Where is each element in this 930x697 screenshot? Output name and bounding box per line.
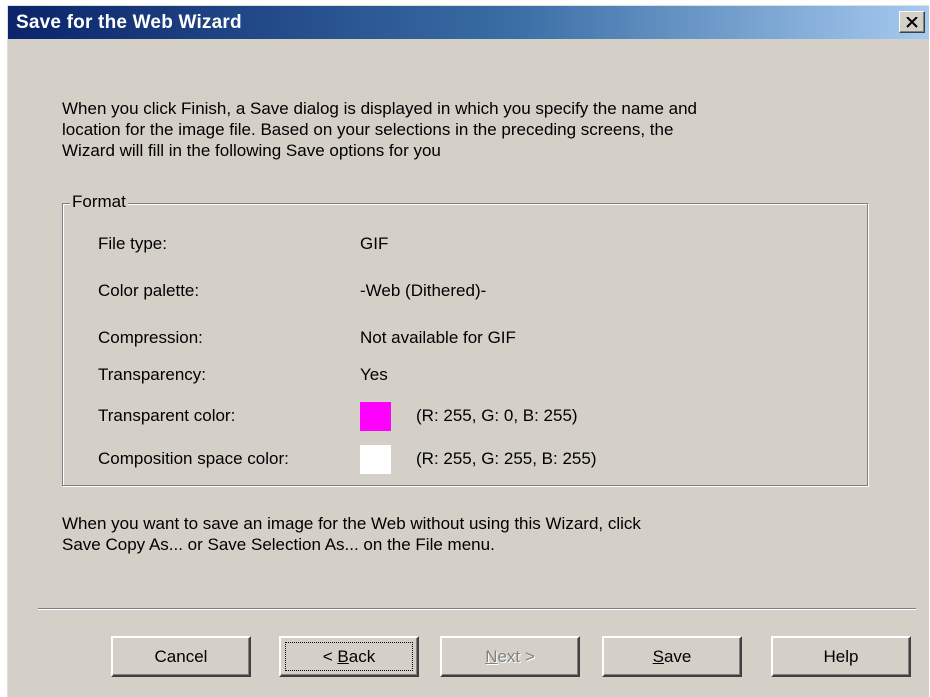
transparent-color-rgb: (R: 255, G: 0, B: 255) [416,406,578,425]
file-type-value: GIF [360,234,389,253]
close-button[interactable] [899,11,925,33]
back-button-label: < Back [322,646,376,666]
next-button-label: Next > [485,646,535,666]
color-palette-label: Color palette: [98,281,200,300]
intro-text: When you click Finish, a Save dialog is … [62,99,698,160]
help-button[interactable]: Help [771,636,911,677]
window-title: Save for the Web Wizard [16,12,242,33]
color-palette-value: -Web (Dithered)- [360,281,487,300]
transparent-color-swatch [360,402,391,431]
compression-value: Not available for GIF [360,328,516,347]
title-bar: Save for the Web Wizard [8,6,929,39]
close-icon [906,16,918,28]
save-button[interactable]: Save [602,636,742,677]
format-legend: Format [70,192,128,212]
transparent-color-label: Transparent color: [98,406,236,425]
outro-text: When you want to save an image for the W… [62,514,641,554]
help-button-label: Help [823,646,859,666]
next-button[interactable]: Next > [440,636,580,677]
file-type-label: File type: [98,234,167,253]
transparency-value: Yes [360,365,388,384]
composition-space-color-swatch [360,445,391,474]
transparency-label: Transparency: [98,365,207,384]
composition-space-color-rgb: (R: 255, G: 255, B: 255) [416,449,597,468]
compression-label: Compression: [98,328,203,347]
format-groupbox: Format File type: GIF Color palette: -We… [62,192,868,486]
save-for-web-wizard-dialog: Save for the Web Wizard When you click F… [7,5,929,697]
back-button[interactable]: < Back [279,636,419,677]
save-button-label: Save [652,646,692,666]
separator [38,608,916,610]
cancel-button[interactable]: Cancel [111,636,251,677]
cancel-button-label: Cancel [154,646,208,666]
composition-space-color-label: Composition space color: [98,449,289,468]
